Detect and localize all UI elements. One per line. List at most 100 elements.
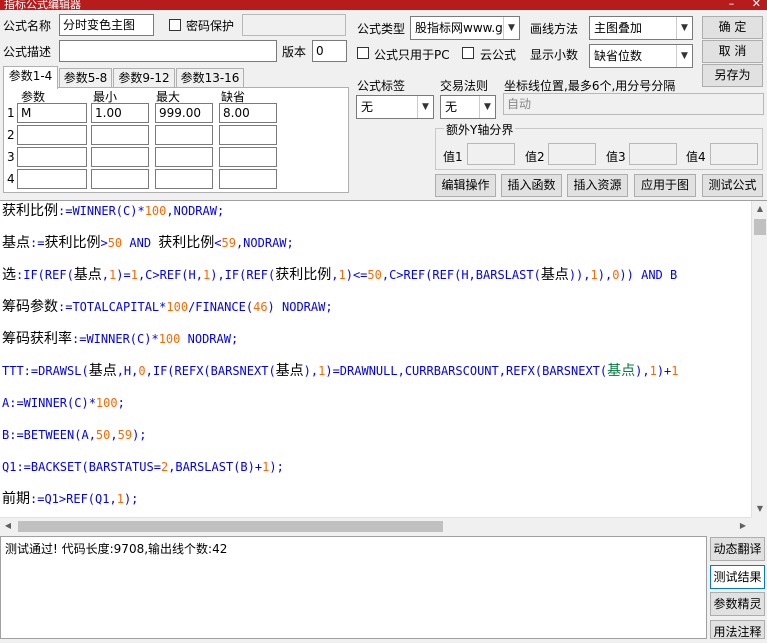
coord-label: 坐标线位置,最多6个,用分号分隔 [504,79,676,93]
password-checkbox[interactable] [169,19,181,31]
param-min-input[interactable] [91,169,149,189]
desc-input[interactable] [59,40,277,62]
chevron-down-icon: ▼ [676,45,692,67]
param-name-input[interactable] [17,147,87,167]
scroll-thumb[interactable] [754,219,766,235]
param-min-input[interactable]: 1.00 [91,103,149,123]
draw-method-select[interactable]: 主图叠加 ▼ [589,16,693,40]
type-select[interactable]: 股指标网www.g ▼ [410,16,520,40]
param-panel: 参数 最小 最大 缺省 1 M 1.00 999.00 8.00 2 3 4 [3,87,349,193]
code-line: 前期:=Q1>REF(Q1,1); [2,491,139,507]
code-line: 筹码参数:=TOTALCAPITAL*100/FINANCE(46) NODRA… [2,299,333,315]
name-label: 公式名称 [3,19,52,33]
val1-label: 值1 [443,150,463,164]
insert-resource-button[interactable]: 插入资源 [567,174,628,197]
param-row-num: 1 [7,106,15,120]
title-bar: 指标公式编辑器 – ✕ [0,0,767,10]
ok-button[interactable]: 确 定 [702,16,763,39]
param-default-input[interactable] [219,169,277,189]
coord-input[interactable]: 自动 [503,93,764,115]
val3-label: 值3 [606,150,626,164]
trade-rule-label: 交易法则 [440,79,489,93]
chevron-down-icon: ▼ [676,17,692,39]
code-editor[interactable]: 获利比例:=WINNER(C)*100,NODRAW; 基点:=获利比例>50 … [0,200,767,534]
scroll-left-icon[interactable]: ◀ [0,518,16,534]
version-input[interactable]: 0 [312,40,347,62]
chevron-down-icon: ▼ [479,96,495,118]
param-row-num: 2 [7,128,15,142]
param-name-input[interactable] [17,125,87,145]
password-input[interactable] [242,14,346,36]
scroll-up-icon[interactable]: ▲ [752,201,767,217]
param-default-input[interactable]: 8.00 [219,103,277,123]
password-label: 密码保护 [186,19,235,33]
param-name-input[interactable]: M [17,103,87,123]
param-row-num: 3 [7,150,15,164]
horizontal-scrollbar[interactable]: ◀ ▶ [0,517,751,534]
code-line: Q1:=BACKSET(BARSTATUS=2,BARSLAST(B)+1); [2,460,284,474]
val2-input[interactable] [548,143,596,165]
extra-y-label: 额外Y轴分界 [444,121,516,138]
param-max-input[interactable] [155,125,213,145]
desc-label: 公式描述 [3,45,52,59]
val2-label: 值2 [525,150,545,164]
dynamic-translate-button[interactable]: 动态翻译 [710,537,765,561]
scroll-right-icon[interactable]: ▶ [735,518,751,534]
tab-params-13-16[interactable]: 参数13-16 [176,68,244,88]
version-label: 版本 [282,45,307,59]
param-default-input[interactable] [219,125,277,145]
chevron-down-icon: ▼ [417,96,433,118]
val3-input[interactable] [629,143,677,165]
usage-notes-button[interactable]: 用法注释 [710,620,765,639]
close-icon[interactable]: ✕ [752,0,761,10]
val4-input[interactable] [710,143,758,165]
decimals-label: 显示小数 [530,48,579,62]
type-label: 公式类型 [357,22,406,36]
val1-input[interactable] [467,143,515,165]
output-panel: 测试通过! 代码长度:9708,输出线个数:42 [0,536,707,639]
decimals-select[interactable]: 缺省位数 ▼ [589,44,693,68]
test-result-button[interactable]: 测试结果 [710,565,765,589]
name-input[interactable]: 分时变色主图 [59,14,154,36]
saveas-button[interactable]: 另存为 [702,64,763,87]
tab-params-5-8[interactable]: 参数5-8 [59,68,112,88]
scroll-down-icon[interactable]: ▼ [752,501,767,517]
param-row-num: 4 [7,172,15,186]
insert-function-button[interactable]: 插入函数 [501,174,562,197]
formula-tag-label: 公式标签 [357,79,406,93]
cloud-checkbox[interactable] [462,47,474,59]
formula-tag-select[interactable]: 无 ▼ [356,95,434,119]
minimize-icon[interactable]: – [729,0,735,10]
extra-y-group: 额外Y轴分界 值1 值2 值3 值4 [435,121,763,170]
hscroll-thumb[interactable] [18,521,443,532]
param-default-input[interactable] [219,147,277,167]
param-min-input[interactable] [91,147,149,167]
param-wizard-button[interactable]: 参数精灵 [710,592,765,616]
tab-params-9-12[interactable]: 参数9-12 [113,68,175,88]
test-formula-button[interactable]: 测试公式 [702,174,763,197]
code-line: 筹码获利率:=WINNER(C)*100 NODRAW; [2,331,239,347]
cancel-button[interactable]: 取 消 [702,40,763,63]
param-max-input[interactable] [155,147,213,167]
window-title: 指标公式编辑器 [4,0,81,10]
val4-label: 值4 [686,150,706,164]
apply-to-chart-button[interactable]: 应用于图 [634,174,696,197]
trade-rule-select[interactable]: 无 ▼ [440,95,496,119]
code-line: A:=WINNER(C)*100; [2,396,125,410]
chevron-down-icon: ▼ [503,17,519,39]
code-line: TTT:=DRAWSL(基点,H,0,IF(REFX(BARSNEXT(基点),… [2,363,679,379]
output-text: 测试通过! 代码长度:9708,输出线个数:42 [5,542,228,556]
param-max-input[interactable] [155,169,213,189]
param-name-input[interactable] [17,169,87,189]
param-min-input[interactable] [91,125,149,145]
code-line: B:=BETWEEN(A,50,59); [2,428,147,442]
tab-params-1-4[interactable]: 参数1-4 [3,66,58,89]
param-max-input[interactable]: 999.00 [155,103,213,123]
draw-method-label: 画线方法 [530,22,579,36]
pc-only-checkbox[interactable] [357,47,369,59]
code-line: 获利比例:=WINNER(C)*100,NODRAW; [2,203,225,219]
code-line: 基点:=获利比例>50 AND 获利比例<59,NODRAW; [2,235,294,251]
vertical-scrollbar[interactable]: ▲ ▼ [751,201,767,517]
code-line: 选:IF(REF(基点,1)=1,C>REF(H,1),IF(REF(获利比例,… [2,267,678,283]
edit-ops-button[interactable]: 编辑操作 [435,174,496,197]
